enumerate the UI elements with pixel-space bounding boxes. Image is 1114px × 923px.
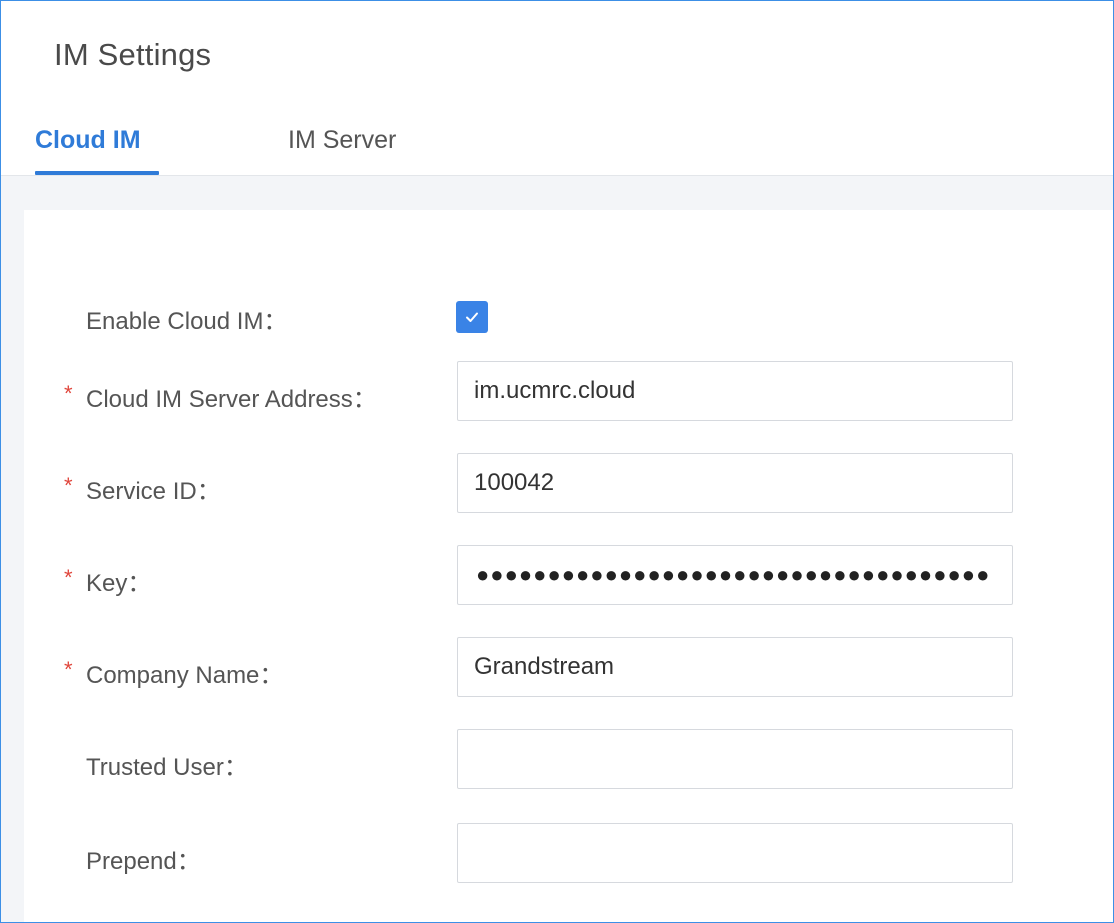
content-area: Enable Cloud IM： * Cloud IM Server Addre…	[1, 176, 1113, 922]
required-mark: *	[64, 657, 73, 682]
server-address-label: Cloud IM Server Address：	[86, 386, 377, 413]
enable-cloud-im-row: Enable Cloud IM：	[24, 285, 1113, 349]
trusted-user-label: Trusted User：	[86, 754, 248, 781]
trusted-user-row: Trusted User：	[24, 729, 1113, 793]
tab-bar: Cloud IM IM Server	[1, 119, 1113, 177]
enable-cloud-im-checkbox[interactable]	[456, 301, 488, 333]
tab-cloud-im[interactable]: Cloud IM	[35, 126, 141, 175]
company-name-row: * Company Name：	[24, 637, 1113, 701]
prepend-input[interactable]	[458, 824, 1012, 882]
key-field[interactable]: ●●●●●●●●●●●●●●●●●●●●●●●●●●●●●●●●●●●●	[457, 545, 1013, 605]
service-id-row: * Service ID：	[24, 453, 1113, 517]
server-address-field[interactable]	[457, 361, 1013, 421]
server-address-input[interactable]	[458, 362, 1012, 420]
prepend-field[interactable]	[457, 823, 1013, 883]
server-address-row: * Cloud IM Server Address：	[24, 361, 1113, 425]
trusted-user-field[interactable]	[457, 729, 1013, 789]
trusted-user-input[interactable]	[458, 730, 1012, 788]
required-mark: *	[64, 565, 73, 590]
prepend-label: Prepend：	[86, 848, 201, 875]
company-name-input[interactable]	[458, 638, 1012, 696]
key-row: * Key： ●●●●●●●●●●●●●●●●●●●●●●●●●●●●●●●●●…	[24, 545, 1113, 609]
enable-cloud-im-label: Enable Cloud IM：	[86, 308, 288, 335]
settings-window: IM Settings Cloud IM IM Server Enable Cl…	[0, 0, 1114, 923]
required-mark: *	[64, 473, 73, 498]
key-label: Key：	[86, 570, 152, 597]
required-mark: *	[64, 381, 73, 406]
company-name-label: Company Name：	[86, 662, 284, 689]
service-id-label: Service ID：	[86, 478, 221, 505]
company-name-field[interactable]	[457, 637, 1013, 697]
key-password-input[interactable]: ●●●●●●●●●●●●●●●●●●●●●●●●●●●●●●●●●●●●	[476, 546, 1006, 604]
cloud-im-form: Enable Cloud IM： * Cloud IM Server Addre…	[24, 210, 1113, 922]
service-id-input[interactable]	[458, 454, 1012, 512]
tab-im-server[interactable]: IM Server	[288, 126, 396, 175]
service-id-field[interactable]	[457, 453, 1013, 513]
check-icon	[466, 312, 478, 322]
prepend-row: Prepend：	[24, 823, 1113, 887]
page-title: IM Settings	[54, 37, 212, 72]
